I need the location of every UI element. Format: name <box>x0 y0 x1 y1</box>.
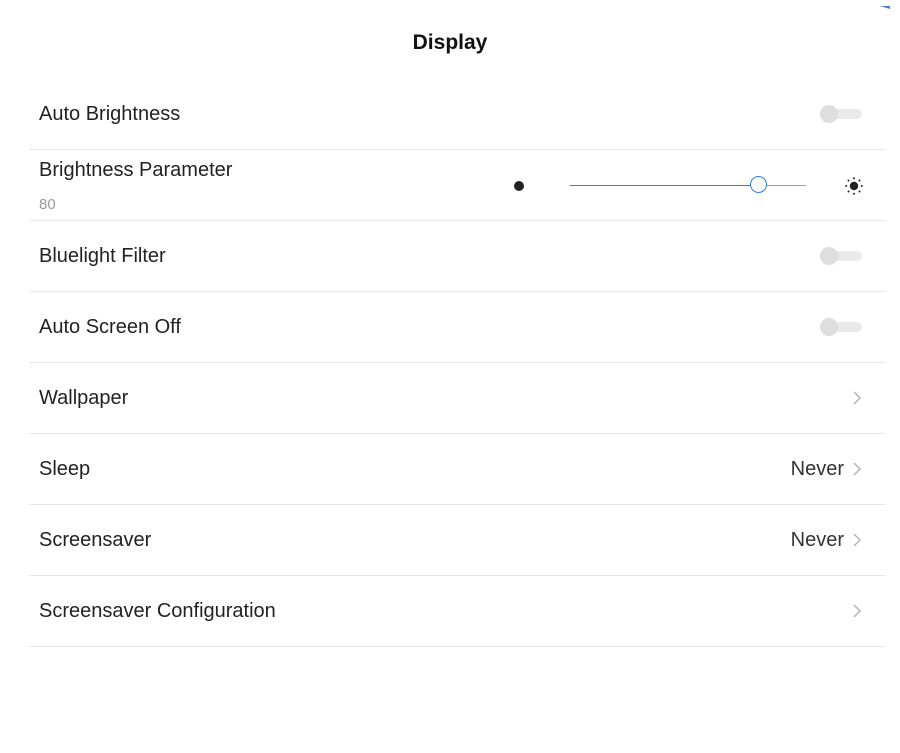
chevron-right-icon <box>850 459 864 479</box>
wallpaper-action <box>850 388 864 408</box>
slider-thumb[interactable] <box>749 176 767 193</box>
auto-screen-off-toggle[interactable] <box>820 317 864 337</box>
sleep-label: Sleep <box>39 457 91 480</box>
auto-brightness-toggle[interactable] <box>820 104 864 124</box>
screensaver-value: Never <box>790 528 844 551</box>
setting-brightness-parameter: Brightness Parameter 80 <box>29 150 886 221</box>
chevron-right-icon <box>850 601 864 621</box>
page-title: Display <box>412 31 488 54</box>
screensaver-label: Screensaver <box>39 528 152 551</box>
bluelight-filter-label: Bluelight Filter <box>39 244 166 267</box>
setting-screensaver[interactable]: Screensaver Never <box>29 505 886 576</box>
setting-wallpaper[interactable]: Wallpaper <box>29 363 886 434</box>
wallpaper-label: Wallpaper <box>39 386 129 409</box>
brightness-parameter-label: Brightness Parameter <box>39 159 233 181</box>
slider-fill <box>570 185 759 186</box>
toggle-knob <box>820 105 838 123</box>
auto-brightness-label: Auto Brightness <box>39 102 181 125</box>
brightness-slider[interactable] <box>570 171 806 201</box>
screensaver-configuration-label: Screensaver Configuration <box>39 599 276 622</box>
setting-screensaver-configuration[interactable]: Screensaver Configuration <box>29 576 886 647</box>
setting-sleep[interactable]: Sleep Never <box>29 434 886 505</box>
toggle-knob <box>820 247 838 265</box>
chevron-right-icon <box>850 388 864 408</box>
toggle-knob <box>820 318 838 336</box>
screensaver-configuration-action <box>850 601 864 621</box>
screensaver-action: Never <box>791 529 864 552</box>
setting-auto-screen-off[interactable]: Auto Screen Off <box>29 292 886 363</box>
sun-icon <box>844 176 864 196</box>
chevron-right-icon <box>850 530 864 550</box>
settings-list: Auto Brightness Brightness Parameter 80 <box>29 79 886 647</box>
sleep-value: Never <box>790 457 844 480</box>
sleep-action: Never <box>791 458 864 481</box>
dot-icon <box>514 181 524 191</box>
corner-indicator <box>880 6 890 9</box>
brightness-value: 80 <box>39 196 56 213</box>
display-settings-page: Display Auto Brightness Brightness Param… <box>0 0 900 753</box>
auto-screen-off-label: Auto Screen Off <box>39 315 181 338</box>
bluelight-filter-toggle[interactable] <box>820 246 864 266</box>
setting-auto-brightness[interactable]: Auto Brightness <box>29 79 886 150</box>
setting-bluelight-filter[interactable]: Bluelight Filter <box>29 221 886 292</box>
